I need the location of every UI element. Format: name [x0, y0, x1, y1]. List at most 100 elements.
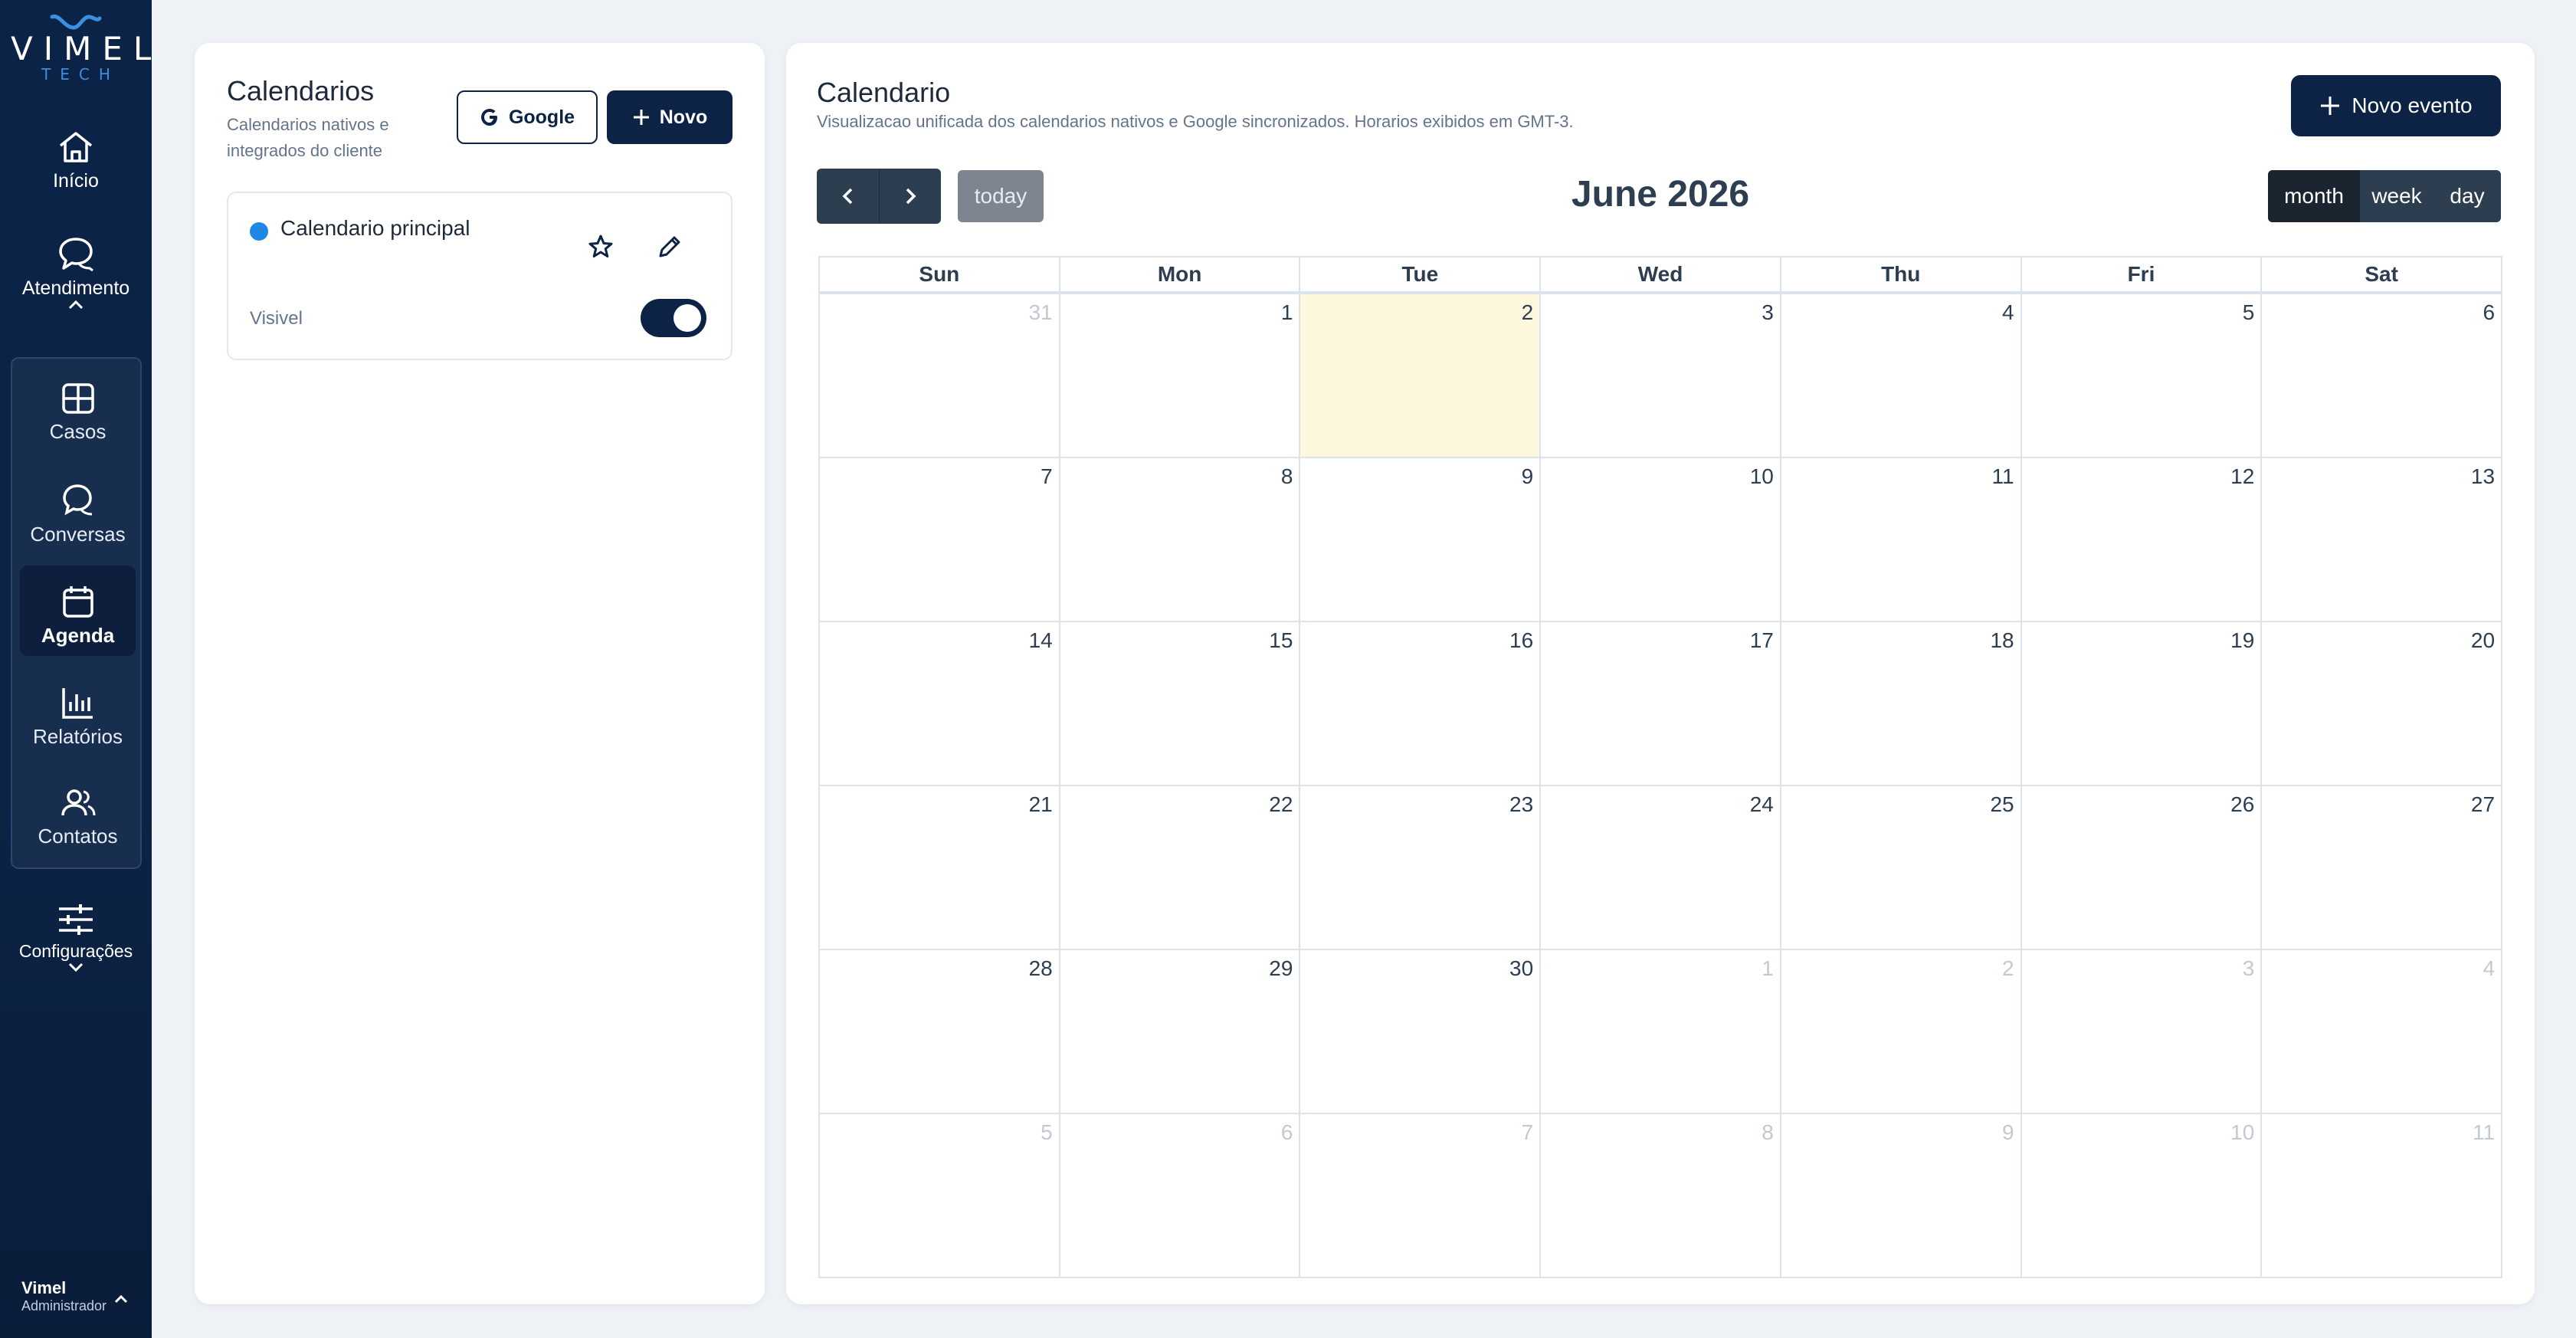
day-cell[interactable]: 9: [1299, 458, 1539, 621]
day-cell[interactable]: 2: [1779, 950, 2020, 1113]
view-day-button[interactable]: day: [2433, 170, 2501, 222]
nav-agenda[interactable]: Agenda: [20, 566, 136, 656]
day-cell[interactable]: 3: [1539, 294, 1780, 457]
day-cell[interactable]: 5: [2020, 294, 2261, 457]
day-number[interactable]: 21: [1029, 792, 1053, 817]
day-cell[interactable]: 25: [1779, 786, 2020, 949]
day-number[interactable]: 28: [1029, 956, 1053, 981]
day-number[interactable]: 3: [2243, 956, 2255, 981]
google-button[interactable]: Google: [457, 90, 598, 144]
day-number[interactable]: 1: [1281, 300, 1293, 325]
day-cell[interactable]: 10: [1539, 458, 1780, 621]
day-cell[interactable]: 16: [1299, 622, 1539, 785]
day-number[interactable]: 15: [1269, 628, 1293, 653]
day-number[interactable]: 9: [1522, 464, 1534, 489]
day-cell[interactable]: 5: [820, 1114, 1059, 1277]
user-profile[interactable]: Vimel Administrador: [21, 1278, 107, 1314]
day-cell[interactable]: 8: [1058, 458, 1299, 621]
day-cell[interactable]: 17: [1539, 622, 1780, 785]
day-cell[interactable]: 12: [2020, 458, 2261, 621]
day-number[interactable]: 29: [1269, 956, 1293, 981]
day-number[interactable]: 19: [2230, 628, 2254, 653]
day-cell[interactable]: 21: [820, 786, 1059, 949]
day-number[interactable]: 2: [2002, 956, 2014, 981]
day-cell[interactable]: 9: [1779, 1114, 2020, 1277]
day-cell[interactable]: 22: [1058, 786, 1299, 949]
day-number[interactable]: 30: [1509, 956, 1533, 981]
new-event-button[interactable]: Novo evento: [2291, 75, 2501, 136]
day-number[interactable]: 4: [2483, 956, 2495, 981]
day-number[interactable]: 12: [2230, 464, 2254, 489]
day-number[interactable]: 6: [2483, 300, 2495, 325]
view-week-button[interactable]: week: [2360, 170, 2433, 222]
day-number[interactable]: 17: [1750, 628, 1774, 653]
day-cell[interactable]: 1: [1058, 294, 1299, 457]
pencil-icon[interactable]: [656, 233, 683, 261]
day-cell[interactable]: 7: [820, 458, 1059, 621]
day-cell[interactable]: 20: [2260, 622, 2501, 785]
day-number[interactable]: 5: [2243, 300, 2255, 325]
day-number[interactable]: 7: [1522, 1120, 1534, 1145]
day-number[interactable]: 4: [2002, 300, 2014, 325]
day-cell[interactable]: 23: [1299, 786, 1539, 949]
star-icon[interactable]: [587, 233, 615, 261]
nav-atendimento[interactable]: Atendimento: [0, 234, 152, 315]
nav-contatos[interactable]: Contatos: [20, 768, 136, 858]
day-cell[interactable]: 2: [1299, 294, 1540, 457]
day-number[interactable]: 8: [1762, 1120, 1774, 1145]
nav-configuracoes[interactable]: Configurações: [0, 903, 152, 977]
day-number[interactable]: 6: [1281, 1120, 1293, 1145]
day-cell[interactable]: 28: [820, 950, 1059, 1113]
day-number[interactable]: 24: [1750, 792, 1774, 817]
day-number[interactable]: 11: [1992, 464, 2014, 489]
day-cell[interactable]: 8: [1539, 1114, 1780, 1277]
day-cell[interactable]: 11: [2260, 1114, 2501, 1277]
chevron-up-icon[interactable]: [113, 1294, 129, 1304]
day-cell[interactable]: 19: [2020, 622, 2261, 785]
day-number[interactable]: 3: [1762, 300, 1774, 325]
day-number[interactable]: 10: [1750, 464, 1774, 489]
view-month-button[interactable]: month: [2268, 170, 2360, 222]
nav-relatorios[interactable]: Relatórios: [20, 667, 136, 757]
day-cell[interactable]: 6: [1058, 1114, 1299, 1277]
day-number[interactable]: 9: [2002, 1120, 2014, 1145]
day-cell[interactable]: 24: [1539, 786, 1780, 949]
nav-inicio[interactable]: Início: [0, 129, 152, 192]
day-number[interactable]: 11: [2473, 1120, 2495, 1145]
day-number[interactable]: 8: [1281, 464, 1293, 489]
day-number[interactable]: 2: [1522, 300, 1534, 325]
new-calendar-button[interactable]: Novo: [607, 90, 732, 144]
day-number[interactable]: 5: [1041, 1120, 1053, 1145]
day-cell[interactable]: 3: [2020, 950, 2261, 1113]
day-cell[interactable]: 7: [1299, 1114, 1539, 1277]
day-cell[interactable]: 27: [2260, 786, 2501, 949]
chevron-up-icon[interactable]: [67, 300, 84, 310]
day-number[interactable]: 31: [1029, 300, 1053, 325]
day-number[interactable]: 16: [1509, 628, 1533, 653]
day-number[interactable]: 26: [2230, 792, 2254, 817]
day-number[interactable]: 1: [1762, 956, 1774, 981]
day-number[interactable]: 7: [1041, 464, 1053, 489]
day-cell[interactable]: 1: [1539, 950, 1780, 1113]
day-cell[interactable]: 31: [820, 294, 1059, 457]
day-number[interactable]: 25: [1990, 792, 2014, 817]
day-number[interactable]: 10: [2230, 1120, 2254, 1145]
day-number[interactable]: 22: [1269, 792, 1293, 817]
day-number[interactable]: 20: [2471, 628, 2495, 653]
day-number[interactable]: 18: [1990, 628, 2014, 653]
day-cell[interactable]: 4: [1779, 294, 2020, 457]
day-cell[interactable]: 30: [1299, 950, 1539, 1113]
day-cell[interactable]: 13: [2260, 458, 2501, 621]
day-cell[interactable]: 4: [2260, 950, 2501, 1113]
day-cell[interactable]: 26: [2020, 786, 2261, 949]
day-cell[interactable]: 14: [820, 622, 1059, 785]
day-cell[interactable]: 18: [1779, 622, 2020, 785]
chevron-down-icon[interactable]: [67, 962, 84, 972]
visible-toggle[interactable]: [641, 299, 706, 337]
day-cell[interactable]: 11: [1779, 458, 2020, 621]
day-cell[interactable]: 6: [2260, 294, 2501, 457]
day-number[interactable]: 13: [2471, 464, 2495, 489]
day-cell[interactable]: 29: [1058, 950, 1299, 1113]
nav-casos[interactable]: Casos: [20, 363, 136, 454]
day-cell[interactable]: 15: [1058, 622, 1299, 785]
